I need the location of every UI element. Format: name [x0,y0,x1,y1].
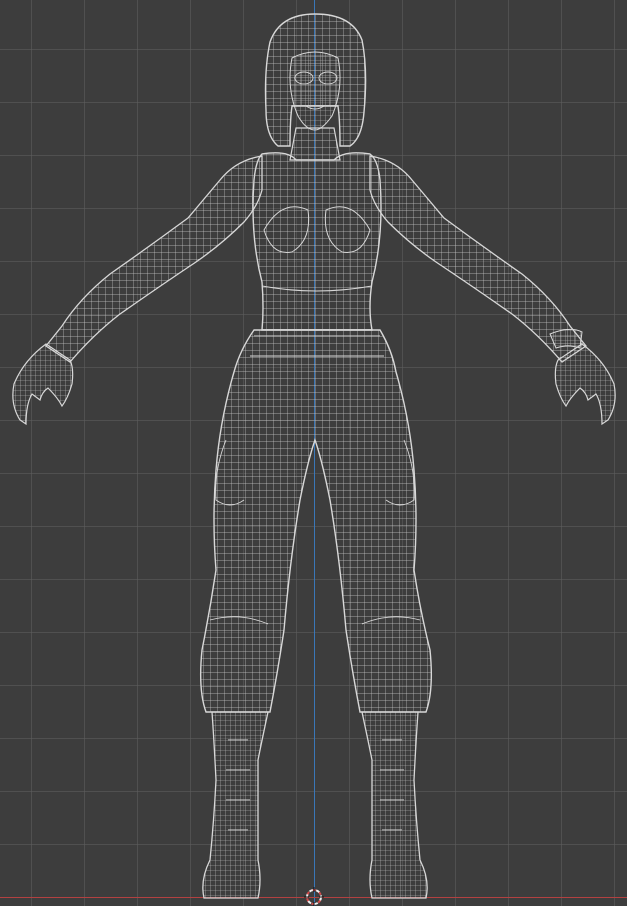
left-boot-mesh [202,711,269,899]
3d-cursor-icon[interactable] [304,887,324,906]
torso-mesh [252,152,382,331]
left-arm-mesh [12,155,263,426]
3d-viewport[interactable] [0,0,627,906]
character-wireframe[interactable] [0,0,627,906]
right-boot-mesh [361,711,428,899]
right-arm-mesh [369,155,616,426]
head-mesh [264,13,367,147]
pants-mesh [199,329,433,713]
neck-mesh [289,127,341,161]
